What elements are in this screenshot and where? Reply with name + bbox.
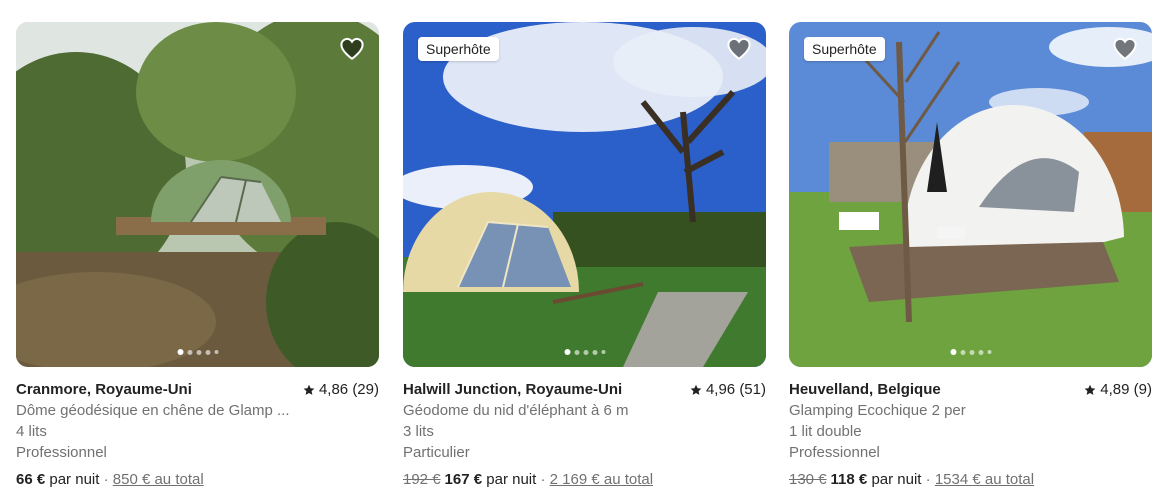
- pagination-dot[interactable]: [969, 349, 974, 355]
- photo-white-dome: [789, 22, 1152, 367]
- price-per-night: par nuit: [871, 471, 922, 488]
- listing-info: Cranmore, Royaume-Uni 4,86 (29) Dôme géo…: [16, 379, 379, 490]
- listing-description: Géodome du nid d'éléphant à 6 m: [403, 402, 629, 419]
- price-per-night: par nuit: [486, 471, 537, 488]
- pagination-dot[interactable]: [592, 349, 597, 355]
- favorite-heart-icon[interactable]: [1112, 36, 1138, 62]
- listing-host-type: Particulier: [403, 444, 470, 461]
- listing-location: Heuvelland, Belgique: [789, 381, 941, 398]
- price-per-night: par nuit: [49, 471, 100, 488]
- listing-photo[interactable]: Superhôte: [403, 22, 766, 367]
- listing-card[interactable]: Cranmore, Royaume-Uni 4,86 (29) Dôme géo…: [16, 22, 379, 490]
- star-icon: [1084, 384, 1096, 395]
- photo-pagination: [177, 349, 218, 355]
- price-total-link[interactable]: 1534 € au total: [935, 471, 1034, 488]
- price-value: 66 €: [16, 471, 46, 488]
- listing-price: 66 € par nuit · 850 € au total: [16, 469, 379, 490]
- pagination-dot[interactable]: [187, 349, 192, 355]
- listing-host-type: Professionnel: [789, 444, 880, 461]
- listing-rating: 4,86 (29): [303, 379, 379, 400]
- listing-location: Halwill Junction, Royaume-Uni: [403, 381, 623, 398]
- pagination-dot[interactable]: [214, 350, 218, 354]
- superhost-badge: Superhôte: [804, 37, 885, 61]
- listing-grid: Cranmore, Royaume-Uni 4,86 (29) Dôme géo…: [0, 0, 1165, 502]
- rating-value: 4,89 (9): [1100, 381, 1152, 398]
- listing-rating: 4,96 (51): [690, 379, 766, 400]
- listing-photo[interactable]: Superhôte: [789, 22, 1152, 367]
- photo-pagination: [950, 349, 991, 355]
- listing-price: 130 €118 € par nuit · 1534 € au total: [789, 469, 1152, 490]
- listing-host-type: Professionnel: [16, 444, 107, 461]
- listing-info: Heuvelland, Belgique 4,89 (9) Glamping E…: [789, 379, 1152, 490]
- listing-info: Halwill Junction, Royaume-Uni 4,96 (51) …: [403, 379, 766, 490]
- star-icon: [690, 384, 702, 395]
- pagination-dot[interactable]: [950, 349, 956, 355]
- star-icon: [303, 384, 315, 395]
- pagination-dot[interactable]: [601, 350, 605, 354]
- listing-location: Cranmore, Royaume-Uni: [16, 381, 192, 398]
- photo-yellow-dome: [403, 22, 766, 367]
- price-value: 167 €: [444, 471, 483, 488]
- pagination-dot[interactable]: [583, 349, 588, 355]
- price-total-link[interactable]: 850 € au total: [113, 471, 204, 488]
- photo-pagination: [564, 349, 605, 355]
- listing-rating: 4,89 (9): [1084, 379, 1152, 400]
- pagination-dot[interactable]: [196, 349, 201, 355]
- price-total-link[interactable]: 2 169 € au total: [550, 471, 653, 488]
- price-separator: ·: [540, 471, 546, 488]
- favorite-heart-icon[interactable]: [339, 36, 365, 62]
- listing-description: Glamping Ecochique 2 per: [789, 402, 966, 419]
- price-original: 192 €: [403, 471, 441, 488]
- pagination-dot[interactable]: [574, 349, 579, 355]
- listing-description: Dôme géodésique en chêne de Glamp ...: [16, 402, 290, 419]
- pagination-dot[interactable]: [177, 349, 183, 355]
- listing-beds: 1 lit double: [789, 423, 862, 440]
- listing-price: 192 €167 € par nuit · 2 169 € au total: [403, 469, 766, 490]
- favorite-heart-icon[interactable]: [726, 36, 752, 62]
- listing-photo[interactable]: [16, 22, 379, 367]
- listing-card[interactable]: Superhôte Halwill Junction, Royaume-Uni …: [403, 22, 766, 490]
- pagination-dot[interactable]: [205, 349, 210, 355]
- rating-value: 4,86 (29): [318, 381, 379, 398]
- price-separator: ·: [925, 471, 931, 488]
- listing-beds: 4 lits: [16, 423, 47, 440]
- listing-beds: 3 lits: [403, 423, 434, 440]
- pagination-dot[interactable]: [978, 349, 983, 355]
- pagination-dot[interactable]: [960, 349, 965, 355]
- rating-value: 4,96 (51): [705, 381, 766, 398]
- price-separator: ·: [103, 471, 109, 488]
- pagination-dot[interactable]: [987, 350, 991, 354]
- listing-card[interactable]: Superhôte Heuvelland, Belgique 4,89 (9) …: [789, 22, 1152, 490]
- superhost-badge: Superhôte: [418, 37, 499, 61]
- price-original: 130 €: [789, 471, 827, 488]
- price-value: 118 €: [830, 471, 868, 488]
- photo-forest-dome: [16, 22, 379, 367]
- pagination-dot[interactable]: [564, 349, 570, 355]
